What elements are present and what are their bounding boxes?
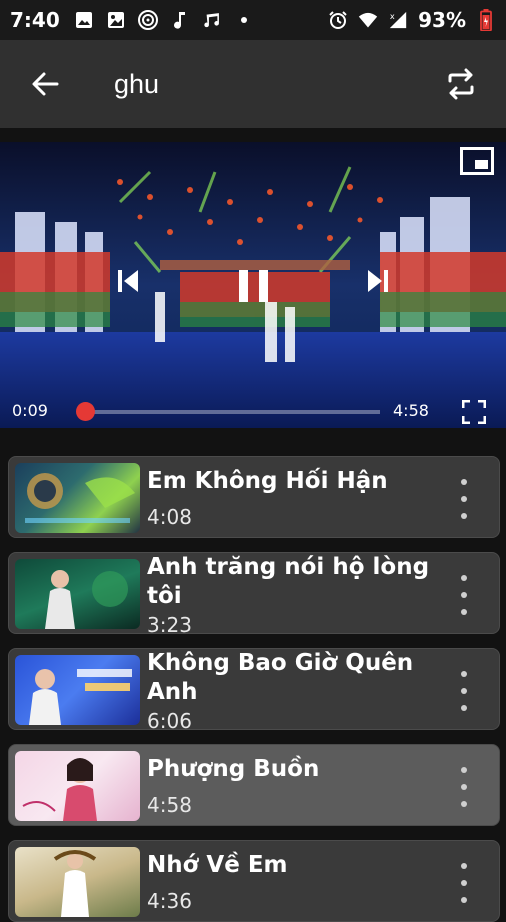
image-icon: [74, 10, 94, 30]
repeat-icon: [448, 68, 474, 100]
video-thumbnail: [15, 751, 140, 821]
video-thumbnail: [15, 463, 140, 533]
back-button[interactable]: [0, 40, 90, 128]
status-time: 7:40: [10, 8, 60, 32]
video-thumbnail: [15, 847, 140, 917]
app-bar: ghu: [0, 40, 506, 128]
pip-button[interactable]: [460, 147, 494, 175]
item-title: Em Không Hối Hận: [147, 468, 388, 494]
more-options-button[interactable]: [459, 767, 469, 807]
alarm-icon: [328, 10, 348, 30]
item-title: Anh trăng nói hộ lòng tôi: [147, 554, 430, 609]
more-options-button[interactable]: [459, 575, 469, 615]
fullscreen-button[interactable]: [462, 400, 486, 424]
video-player[interactable]: 0:09 4:58: [0, 142, 506, 428]
item-title: Nhớ Về Em: [147, 852, 288, 878]
playlist-item-active[interactable]: Phượng Buồn 4:58: [8, 744, 500, 826]
video-thumbnail: [15, 559, 140, 629]
dot-icon: [234, 10, 254, 30]
current-time: 0:09: [12, 401, 48, 420]
item-duration: 4:08: [147, 505, 192, 529]
seek-thumb[interactable]: [76, 402, 95, 421]
battery-icon: [476, 9, 496, 31]
signal-icon: x: [388, 10, 408, 30]
status-system-icons: x 93%: [328, 8, 496, 32]
item-duration: 4:36: [147, 889, 192, 913]
playlist-item[interactable]: Không Bao Giờ Quên Anh 6:06: [8, 648, 500, 730]
status-notification-icons: [74, 10, 254, 30]
item-title: Không Bao Giờ Quên Anh: [147, 650, 414, 705]
playlist-item[interactable]: Em Không Hối Hận 4:08: [8, 456, 500, 538]
playlist-item[interactable]: Nhớ Về Em 4:36: [8, 840, 500, 922]
item-title: Phượng Buồn: [147, 756, 320, 782]
disc-icon: [137, 10, 158, 30]
previous-button[interactable]: [118, 268, 140, 294]
total-time: 4:58: [393, 401, 429, 420]
music-notes-icon: [202, 10, 222, 30]
playlist-item[interactable]: Anh trăng nói hộ lòng tôi 3:23: [8, 552, 500, 634]
arrow-left-icon: [32, 72, 59, 96]
pause-button[interactable]: [237, 268, 271, 304]
more-options-button[interactable]: [459, 479, 469, 519]
music-note-icon: [170, 10, 190, 30]
wifi-icon: [358, 10, 378, 30]
seek-bar[interactable]: [85, 410, 380, 414]
item-duration: 4:58: [147, 793, 192, 817]
more-options-button[interactable]: [459, 863, 469, 903]
more-options-button[interactable]: [459, 671, 469, 711]
photo-icon: [106, 10, 126, 30]
svg-text:x: x: [390, 11, 395, 21]
repeat-button[interactable]: [416, 40, 506, 128]
next-button[interactable]: [366, 268, 388, 294]
playlist-title: ghu: [114, 68, 160, 99]
status-bar: 7:40 x 93%: [0, 0, 506, 40]
item-duration: 6:06: [147, 709, 192, 730]
item-duration: 3:23: [147, 613, 192, 634]
video-thumbnail: [15, 655, 140, 725]
battery-percent: 93%: [418, 8, 466, 32]
